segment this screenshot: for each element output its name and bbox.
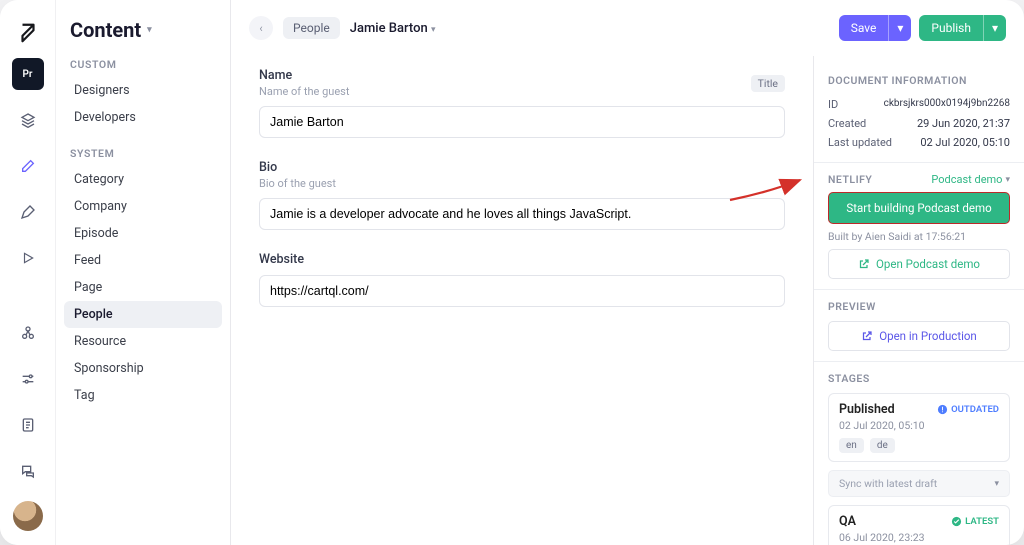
built-by-text: Built by Aien Saidi at 17:56:21 (828, 230, 1010, 243)
sidebar-item-resource[interactable]: Resource (64, 328, 222, 355)
sidebar-item-developers[interactable]: Developers (64, 104, 222, 131)
stage-published: Published OUTDATED 02 Jul 2020, 05:10 en… (828, 393, 1010, 462)
publish-button[interactable]: Publish▾ (919, 15, 1006, 41)
sidebar-item-episode[interactable]: Episode (64, 220, 222, 247)
sidebar-section-custom: CUSTOM (64, 42, 222, 77)
doc-icon[interactable] (12, 409, 44, 441)
netlify-site-select[interactable]: Podcast demo ▾ (931, 173, 1010, 186)
sidebar-item-people[interactable]: People (64, 301, 222, 328)
breadcrumb: ‹ People Jamie Barton ▾ (249, 16, 435, 40)
sidebar-item-page[interactable]: Page (64, 274, 222, 301)
pr-tile-icon[interactable]: Pr (12, 58, 44, 90)
chevron-down-icon[interactable]: ▾ (888, 15, 911, 41)
netlify-title: NETLIFY (828, 173, 872, 186)
sidebar-item-company[interactable]: Company (64, 193, 222, 220)
chat-icon[interactable] (12, 455, 44, 487)
name-input[interactable] (259, 106, 785, 138)
back-button[interactable]: ‹ (249, 16, 273, 40)
status-badge-latest: LATEST (951, 516, 999, 527)
open-production-button[interactable]: Open in Production (828, 321, 1010, 351)
field-hint-bio: Bio of the guest (259, 177, 785, 190)
save-button[interactable]: Save▾ (839, 15, 912, 41)
preview-title: PREVIEW (828, 300, 1010, 313)
sidebar-item-feed[interactable]: Feed (64, 247, 222, 274)
play-icon[interactable] (12, 242, 44, 274)
breadcrumb-title: Jamie Barton ▾ (350, 21, 436, 36)
bio-input[interactable] (259, 198, 785, 230)
docinfo-title: DOCUMENT INFORMATION (828, 74, 1010, 87)
topbar: ‹ People Jamie Barton ▾ Save▾ Publish▾ (231, 0, 1024, 56)
edit-icon[interactable] (12, 150, 44, 182)
stage-qa: QA LATEST 06 Jul 2020, 23:23 en de (828, 505, 1010, 545)
avatar[interactable] (13, 501, 43, 531)
form-area: Name Name of the guest Title Bio Bio of … (231, 56, 814, 545)
chevron-down-icon[interactable]: ▾ (983, 15, 1006, 41)
breadcrumb-parent[interactable]: People (283, 17, 340, 39)
status-badge-outdated: OUTDATED (937, 404, 999, 415)
webhooks-icon[interactable] (12, 317, 44, 349)
sidebar: Content▾ CUSTOM Designers Developers SYS… (56, 0, 231, 545)
field-label-website: Website (259, 252, 785, 267)
open-podcast-button[interactable]: Open Podcast demo (828, 249, 1010, 279)
sidebar-item-sponsorship[interactable]: Sponsorship (64, 355, 222, 382)
field-tag-title: Title (751, 75, 785, 92)
lang-chip[interactable]: en (839, 438, 864, 453)
page-title[interactable]: Content▾ (64, 18, 222, 42)
field-hint-name: Name of the guest (259, 85, 349, 98)
start-build-button[interactable]: Start building Podcast demo (828, 192, 1010, 224)
pen-icon[interactable] (12, 196, 44, 228)
sliders-icon[interactable] (12, 363, 44, 395)
chevron-down-icon[interactable]: ▾ (431, 25, 436, 35)
sidebar-item-tag[interactable]: Tag (64, 382, 222, 409)
sync-draft-row[interactable]: Sync with latest draft▾ (828, 470, 1010, 497)
stages-title: STAGES (828, 372, 1010, 385)
logo-icon (17, 22, 39, 44)
layers-icon[interactable] (12, 104, 44, 136)
sidebar-item-category[interactable]: Category (64, 166, 222, 193)
lang-chip[interactable]: de (870, 438, 895, 453)
field-label-name: Name (259, 68, 349, 83)
properties-panel: DOCUMENT INFORMATION IDckbrsjkrs000x0194… (814, 56, 1024, 545)
field-label-bio: Bio (259, 160, 785, 175)
icon-rail: Pr (0, 0, 56, 545)
website-input[interactable] (259, 275, 785, 307)
sidebar-item-designers[interactable]: Designers (64, 77, 222, 104)
sidebar-section-system: SYSTEM (64, 131, 222, 166)
chevron-down-icon: ▾ (147, 25, 152, 35)
